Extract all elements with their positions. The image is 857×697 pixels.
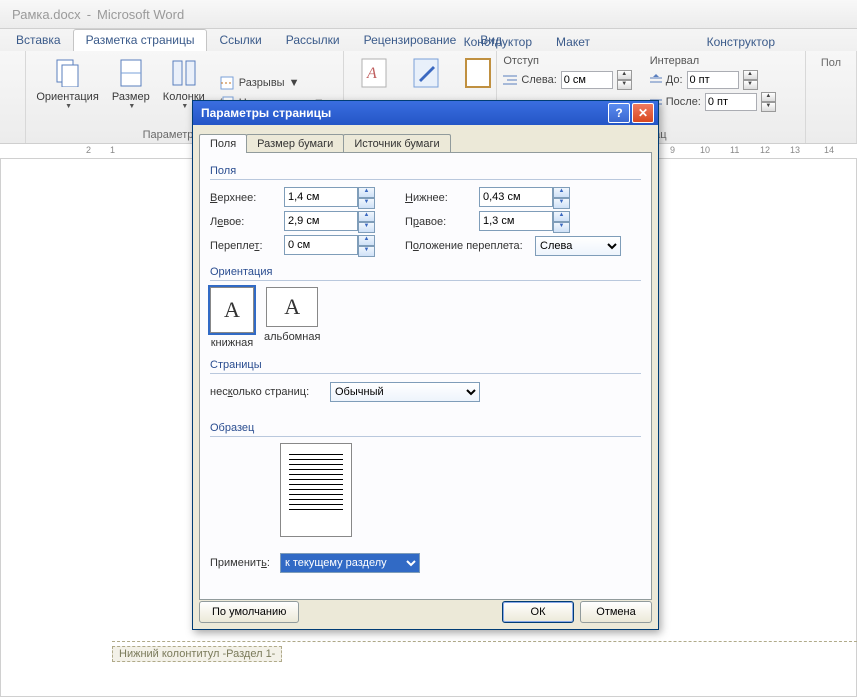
portrait-icon: A (210, 287, 254, 333)
spin-down[interactable]: ▼ (553, 222, 570, 233)
input-bottom[interactable] (479, 187, 553, 207)
watermark-button[interactable]: A (350, 55, 398, 93)
spacing-after-input[interactable] (705, 93, 757, 111)
preview-page (280, 443, 352, 537)
orientation-landscape[interactable]: A альбомная (264, 287, 320, 349)
indent-left-label: Слева: (521, 74, 556, 86)
spin-up[interactable]: ▲ (553, 187, 570, 198)
tab-table-design[interactable]: Конструктор (452, 32, 544, 53)
cancel-button[interactable]: Отмена (580, 601, 652, 623)
lbl-gutter: Переплет: (210, 240, 284, 252)
dialog-tab-margins[interactable]: Поля (199, 134, 247, 153)
dialog-title: Параметры страницы (201, 106, 331, 120)
spin-up[interactable]: ▲ (358, 235, 375, 246)
page-borders-button[interactable] (454, 55, 502, 93)
doc-title: Рамка.docx (12, 7, 81, 22)
dialog-help-button[interactable]: ? (608, 103, 630, 123)
tab-mailings[interactable]: Рассылки (274, 30, 352, 51)
app-title: Microsoft Word (97, 7, 184, 22)
spin-down[interactable]: ▼ (617, 80, 632, 90)
input-right[interactable] (479, 211, 553, 231)
dialog-panel: Поля Верхнее: ▲▼ Нижнее: ▲▼ Левое: ▲▼ Пр… (199, 152, 652, 600)
breaks-icon (219, 75, 235, 91)
spin-up[interactable]: ▲ (358, 187, 375, 198)
indent-left-input[interactable] (561, 71, 613, 89)
spin-up[interactable]: ▲ (553, 211, 570, 222)
page-setup-dialog: Параметры страницы ? ✕ Поля Размер бумаг… (192, 100, 659, 630)
spin-up[interactable]: ▲ (617, 70, 632, 80)
spacing-after-label: После: (666, 96, 701, 108)
spin-up[interactable]: ▲ (761, 92, 776, 102)
watermark-icon: A (358, 57, 390, 89)
orientation-portrait[interactable]: A книжная (210, 287, 254, 349)
select-apply[interactable]: к текущему разделу (280, 553, 420, 573)
spin-down[interactable]: ▼ (358, 222, 375, 233)
lbl-left: Левое: (210, 216, 284, 228)
dialog-title-bar[interactable]: Параметры страницы ? ✕ (193, 101, 658, 125)
lbl-gutter-pos: Положение переплета: (405, 240, 535, 252)
fs-margins: Поля (210, 165, 641, 177)
orientation-button[interactable]: Ориентация▼ (32, 55, 102, 112)
fs-preview: Образец (210, 422, 641, 434)
breaks-button[interactable]: Разрывы▼ (217, 74, 327, 92)
size-button[interactable]: Размер▼ (107, 55, 155, 112)
dialog-tabs: Поля Размер бумаги Источник бумаги (193, 127, 658, 152)
dialog-tab-paper[interactable]: Размер бумаги (246, 134, 344, 153)
spin-down[interactable]: ▼ (358, 198, 375, 209)
ribbon-tabs: Вставка Разметка страницы Ссылки Рассылк… (0, 29, 857, 51)
spacing-before-input[interactable] (687, 71, 739, 89)
spacing-before-icon (650, 74, 662, 86)
dialog-buttons: По умолчанию ОК Отмена (199, 601, 652, 623)
page-color-button[interactable] (402, 55, 450, 93)
lbl-right: Правое: (405, 216, 479, 228)
page-color-icon (410, 57, 442, 89)
page-borders-icon (462, 57, 494, 89)
ok-button[interactable]: ОК (502, 601, 574, 623)
orientation-icon (52, 57, 84, 89)
select-multi[interactable]: Обычный (330, 382, 480, 402)
columns-icon (168, 57, 200, 89)
chevron-down-icon: ▼ (65, 103, 72, 110)
tab-insert[interactable]: Вставка (4, 30, 73, 51)
landscape-icon: A (266, 287, 318, 327)
chevron-down-icon: ▼ (128, 103, 135, 110)
lbl-apply: Применить: (210, 557, 280, 569)
fs-orientation: Ориентация (210, 266, 641, 278)
spacing-before-label: До: (666, 74, 683, 86)
spin-down[interactable]: ▼ (761, 102, 776, 112)
spacing-label: Интервал (650, 55, 776, 67)
lbl-multi: несколько страниц: (210, 386, 330, 398)
tab-page-layout[interactable]: Разметка страницы (73, 29, 208, 51)
title-sep: - (87, 7, 91, 22)
spin-up[interactable]: ▲ (743, 70, 758, 80)
chevron-down-icon: ▼ (289, 77, 300, 89)
lbl-top: Верхнее: (210, 192, 284, 204)
tab-header-design[interactable]: Конструктор (695, 32, 787, 53)
input-top[interactable] (284, 187, 358, 207)
page-size-icon (115, 57, 147, 89)
default-button[interactable]: По умолчанию (199, 601, 299, 623)
input-gutter[interactable] (284, 235, 358, 255)
tab-table-layout[interactable]: Макет (544, 32, 602, 53)
footer-tag: Нижний колонтитул -Раздел 1- (112, 646, 282, 662)
dialog-close-button[interactable]: ✕ (632, 103, 654, 123)
spin-down[interactable]: ▼ (553, 198, 570, 209)
indent-left-icon (503, 74, 517, 86)
fs-pages: Страницы (210, 359, 641, 371)
indent-label: Отступ (503, 55, 631, 67)
spin-down[interactable]: ▼ (743, 80, 758, 90)
spin-down[interactable]: ▼ (358, 246, 375, 257)
tab-references[interactable]: Ссылки (207, 30, 273, 51)
dialog-tab-source[interactable]: Источник бумаги (343, 134, 450, 153)
spin-up[interactable]: ▲ (358, 211, 375, 222)
window-title-bar: Рамка.docx - Microsoft Word (0, 0, 857, 29)
chevron-down-icon: ▼ (181, 103, 188, 110)
input-left[interactable] (284, 211, 358, 231)
select-gutter-pos[interactable]: Слева (535, 236, 621, 256)
svg-text:A: A (366, 65, 377, 82)
lbl-bottom: Нижнее: (405, 192, 479, 204)
